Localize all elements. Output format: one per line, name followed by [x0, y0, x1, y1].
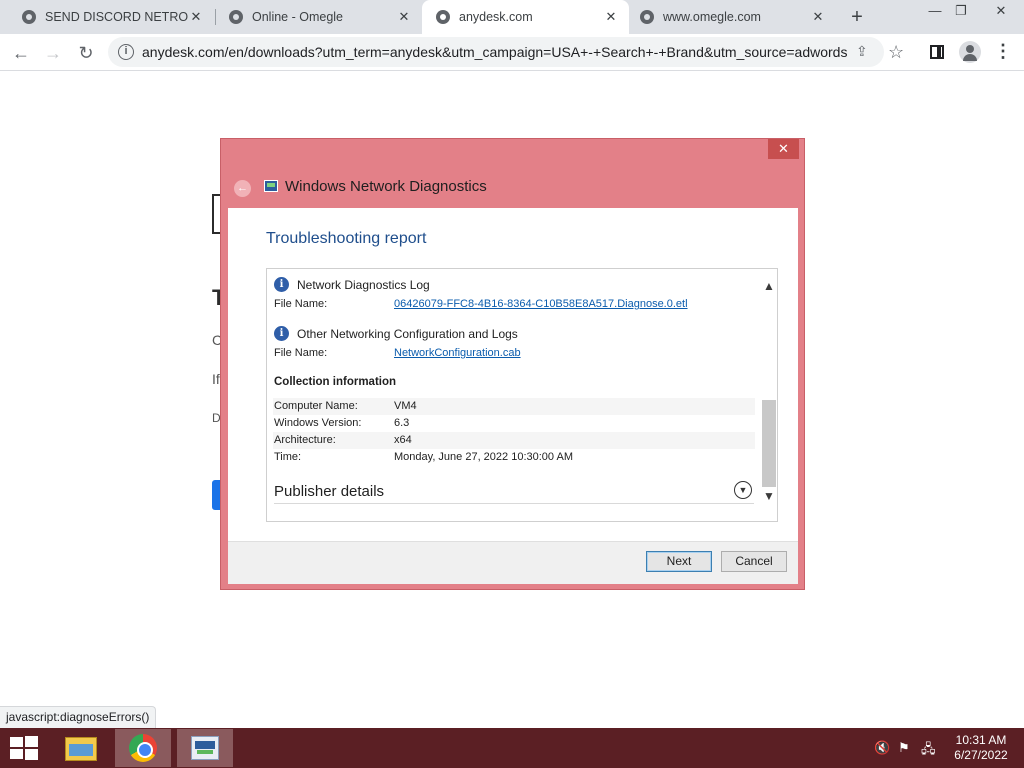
next-button[interactable]: Next — [646, 551, 712, 572]
network-diagnostics-dialog: ✕ ← Windows Network Diagnostics Troubles… — [220, 138, 805, 590]
info-key: Architecture: — [274, 434, 336, 446]
scroll-up-arrow-icon[interactable]: ▲ — [761, 279, 777, 299]
diagnose-log-link[interactable]: 06426079-FFC8-4B16-8364-C10B58E8A517.Dia… — [394, 298, 688, 310]
start-logo-pane — [25, 749, 38, 760]
address-bar[interactable]: i anydesk.com/en/downloads?utm_term=anyd… — [108, 37, 884, 67]
close-icon[interactable]: ✕ — [396, 9, 412, 25]
window-close-button[interactable]: ✕ — [986, 0, 1016, 22]
taskbar-chrome[interactable] — [115, 729, 171, 767]
speaker-muted-icon[interactable]: 🔇 — [874, 740, 890, 756]
info-key: Computer Name: — [274, 400, 358, 412]
dialog-title: Windows Network Diagnostics — [285, 178, 487, 195]
file-name-label: File Name: — [274, 298, 328, 310]
section-title: Network Diagnostics Log — [297, 278, 430, 292]
page-text-fragment: If — [212, 371, 220, 387]
cancel-button[interactable]: Cancel — [721, 551, 787, 572]
info-row: Windows Version: 6.3 — [273, 415, 755, 432]
globe-icon — [229, 10, 243, 24]
tab-title: SEND DISCORD NETRO1!!! — [45, 10, 188, 24]
start-logo-pane — [25, 736, 38, 747]
info-row: Computer Name: VM4 — [273, 398, 755, 415]
chrome-icon — [129, 734, 157, 762]
tab-title: anydesk.com — [459, 10, 533, 24]
start-logo-pane — [10, 737, 23, 747]
info-row: Time: Monday, June 27, 2022 10:30:00 AM — [273, 449, 755, 466]
new-tab-button[interactable]: + — [846, 6, 868, 28]
clock-time: 10:31 AM — [955, 733, 1007, 747]
info-icon: i — [274, 277, 289, 292]
tab-anydesk[interactable]: anydesk.com ✕ — [422, 0, 629, 34]
close-icon[interactable]: ✕ — [603, 9, 619, 25]
menu-kebab-icon[interactable]: ⋮ — [994, 41, 1012, 62]
network-diagnostics-icon — [191, 736, 219, 760]
windows-start-icon[interactable] — [10, 736, 38, 760]
bookmark-star-icon[interactable]: ☆ — [888, 42, 904, 63]
report-heading: Troubleshooting report — [266, 230, 427, 247]
dialog-close-button[interactable]: ✕ — [768, 139, 799, 159]
globe-icon — [22, 10, 36, 24]
info-value: x64 — [394, 434, 412, 446]
info-icon: i — [274, 326, 289, 341]
share-icon[interactable]: ⇪ — [856, 43, 868, 60]
vertical-scrollbar[interactable]: ▲ ▼ — [761, 269, 777, 521]
tab-online-omegle[interactable]: Online - Omegle ✕ — [207, 0, 422, 34]
dialog-content: Troubleshooting report i Network Diagnos… — [228, 208, 798, 584]
report-scroll-area[interactable]: i Network Diagnostics Log File Name: 064… — [266, 268, 778, 522]
taskbar-clock[interactable]: 10:31 AM 6/27/2022 — [946, 733, 1016, 763]
network-config-link[interactable]: NetworkConfiguration.cab — [394, 347, 521, 359]
section-title: Other Networking Configuration and Logs — [297, 327, 518, 341]
info-value: VM4 — [394, 400, 417, 412]
scroll-down-arrow-icon[interactable]: ▼ — [761, 489, 777, 509]
close-icon[interactable]: ✕ — [188, 9, 204, 25]
network-diagnostics-icon — [264, 180, 278, 192]
tab-title: Online - Omegle — [252, 10, 344, 24]
info-row: Architecture: x64 — [273, 432, 755, 449]
browser-toolbar: ← → ↻ i anydesk.com/en/downloads?utm_ter… — [0, 34, 1024, 71]
tab-send-discord[interactable]: SEND DISCORD NETRO1!!! ✕ — [0, 0, 214, 34]
screen: SEND DISCORD NETRO1!!! ✕ Online - Omegle… — [0, 0, 1024, 768]
divider — [274, 503, 754, 504]
info-value: Monday, June 27, 2022 10:30:00 AM — [394, 451, 573, 463]
reload-button[interactable]: ↻ — [73, 40, 99, 66]
back-arrow-icon[interactable]: ← — [234, 180, 251, 197]
expand-chevron-icon[interactable]: ▼ — [734, 481, 752, 499]
taskbar-file-explorer[interactable] — [53, 729, 109, 767]
start-logo-pane — [10, 749, 23, 759]
globe-icon — [436, 10, 450, 24]
url-text[interactable]: anydesk.com/en/downloads?utm_term=anydes… — [142, 44, 848, 60]
scrollbar-thumb[interactable] — [762, 400, 776, 487]
profile-avatar[interactable] — [959, 41, 981, 63]
back-button[interactable]: ← — [8, 40, 34, 66]
network-icon[interactable]: 🖧 — [921, 740, 936, 762]
taskbar-network-diagnostics[interactable] — [177, 729, 233, 767]
forward-button[interactable]: → — [40, 40, 66, 66]
site-info-icon[interactable]: i — [118, 44, 134, 60]
collection-heading: Collection information — [274, 376, 397, 388]
clock-date: 6/27/2022 — [954, 748, 1008, 762]
windows-taskbar: 🔇 ⚑ 🖧 10:31 AM 6/27/2022 — [0, 728, 1024, 768]
info-key: Windows Version: — [274, 417, 362, 429]
tab-www-omegle[interactable]: www.omegle.com ✕ — [618, 0, 836, 34]
info-key: Time: — [274, 451, 302, 463]
flag-error-icon[interactable]: ⚑ — [898, 740, 910, 756]
side-panel-icon[interactable] — [930, 45, 944, 59]
status-bubble: javascript:diagnoseErrors() — [0, 706, 157, 728]
file-name-label: File Name: — [274, 347, 328, 359]
globe-icon — [640, 10, 654, 24]
publisher-details-heading[interactable]: Publisher details — [274, 483, 384, 500]
close-icon[interactable]: ✕ — [810, 9, 826, 25]
tab-title: www.omegle.com — [663, 10, 761, 24]
file-explorer-icon — [65, 737, 97, 761]
dialog-footer: Next Cancel — [228, 541, 798, 584]
browser-tab-strip: SEND DISCORD NETRO1!!! ✕ Online - Omegle… — [0, 0, 1024, 34]
info-value: 6.3 — [394, 417, 410, 429]
restore-button[interactable]: ❐ — [946, 0, 976, 22]
